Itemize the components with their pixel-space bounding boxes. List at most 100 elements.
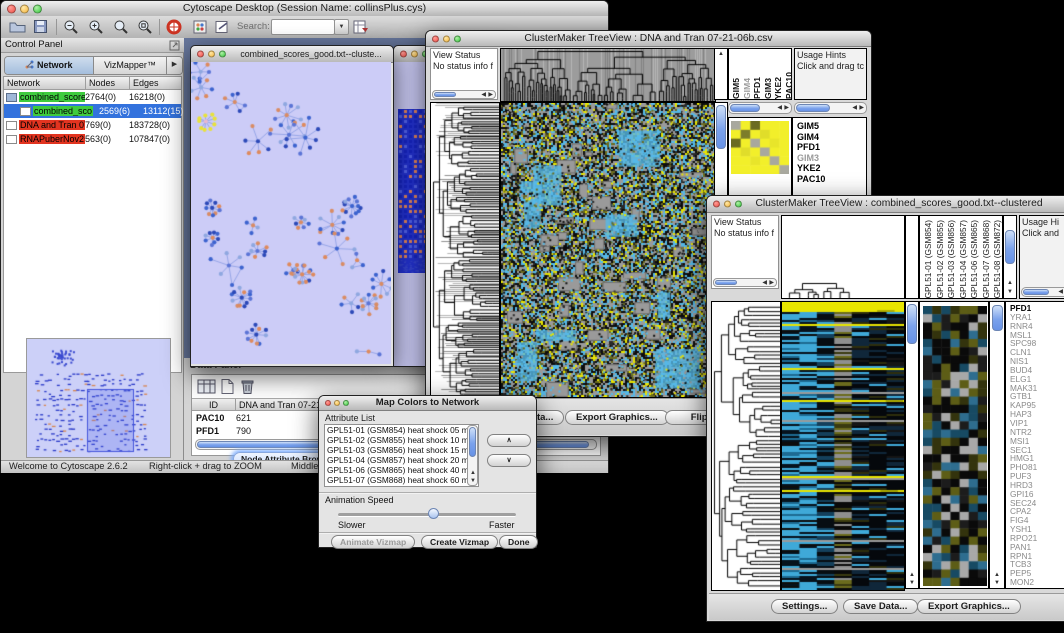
minimize-icon[interactable] bbox=[208, 51, 215, 58]
network-overview-canvas[interactable] bbox=[26, 338, 171, 458]
zoom-window-icon[interactable] bbox=[219, 51, 226, 58]
data-row-value: 621 bbox=[236, 413, 251, 423]
tab-network[interactable]: Network bbox=[5, 57, 94, 74]
zoom-scroll-strip[interactable]: ▲ bbox=[714, 48, 728, 100]
zoom-window-icon[interactable] bbox=[33, 4, 42, 13]
tab-vizmapper[interactable]: VizMapper™ bbox=[94, 57, 167, 74]
column-header-network[interactable]: Network bbox=[4, 77, 86, 90]
done-button[interactable]: Done bbox=[499, 535, 538, 549]
gene-label[interactable]: GIM4 bbox=[797, 132, 866, 143]
delete-attribute-button[interactable] bbox=[240, 378, 255, 400]
status-hint-zoom: Right-click + drag to ZOOM bbox=[149, 461, 262, 472]
attribute-list-item[interactable]: GPL51-02 (GSM855) heat shock 10 min bbox=[325, 435, 465, 445]
view-status-scrollbar[interactable]: ◀▶ bbox=[432, 90, 496, 99]
window-controls[interactable] bbox=[7, 4, 42, 13]
data-column-id[interactable]: ID bbox=[192, 399, 236, 411]
minimize-icon[interactable] bbox=[20, 4, 29, 13]
minimize-icon[interactable] bbox=[411, 51, 418, 58]
tab-overflow-button[interactable]: ▶ bbox=[167, 57, 182, 74]
slider-thumb[interactable] bbox=[428, 508, 439, 519]
network2-grid-canvas[interactable] bbox=[398, 109, 428, 273]
treeview-button[interactable]: Export Graphics... bbox=[917, 599, 1021, 614]
zoom-matrix-canvas[interactable] bbox=[731, 121, 789, 174]
zoom-labels-vscrollbar[interactable]: ▲▼ bbox=[1003, 215, 1017, 299]
open-session-button[interactable] bbox=[9, 19, 26, 39]
float-panel-icon[interactable] bbox=[169, 40, 180, 56]
attribute-list-item[interactable]: GPL51-07 (GSM868) heat shock 60 min bbox=[325, 475, 465, 485]
column-header-nodes[interactable]: Nodes bbox=[86, 77, 130, 90]
column-header-edges[interactable]: Edges bbox=[130, 77, 181, 90]
gene-label[interactable]: MON2 bbox=[1010, 578, 1064, 587]
minimize-icon[interactable] bbox=[724, 201, 731, 208]
gene-label[interactable]: GIM3 bbox=[797, 153, 866, 164]
minimize-icon[interactable] bbox=[443, 35, 450, 42]
close-icon[interactable] bbox=[713, 201, 720, 208]
gene-label[interactable]: PAC10 bbox=[797, 174, 866, 185]
gene-label[interactable]: YKE2 bbox=[797, 163, 866, 174]
save-session-button[interactable] bbox=[33, 19, 48, 39]
zoom-fit-button[interactable] bbox=[137, 19, 153, 40]
usage-hscrollbar[interactable]: ◀▶ bbox=[1021, 287, 1064, 297]
network-table-row[interactable]: DNA and Tran 07 769(0) 183728(0) bbox=[4, 118, 181, 132]
annotation-button[interactable] bbox=[215, 20, 230, 39]
gene-label[interactable]: GIM5 bbox=[797, 121, 866, 132]
treeview-button[interactable]: Settings... bbox=[771, 599, 838, 614]
heatmap-vscrollbar[interactable]: ▲▼ bbox=[905, 301, 919, 589]
move-attribute-down-button[interactable]: ∨ bbox=[487, 454, 531, 467]
column-dendrogram-canvas[interactable] bbox=[782, 282, 904, 298]
zoom-window-icon[interactable] bbox=[454, 35, 461, 42]
help-button[interactable] bbox=[166, 19, 182, 40]
network-table-row[interactable]: RNAPuberNov2+| 563(0) 107847(0) bbox=[4, 132, 181, 146]
attribute-list-item[interactable]: GPL51-04 (GSM857) heat shock 20 min bbox=[325, 455, 465, 465]
heatmap-global-canvas[interactable] bbox=[781, 301, 905, 591]
search-dropdown-button[interactable]: ▼ bbox=[334, 19, 349, 35]
usage-hscrollbar[interactable]: ◀▶ bbox=[794, 102, 867, 114]
column-dendrogram-canvas[interactable] bbox=[500, 48, 716, 102]
search-input[interactable] bbox=[271, 19, 335, 35]
attribute-list-item[interactable]: GPL51-06 (GSM865) heat shock 40 min bbox=[325, 465, 465, 475]
new-attribute-button[interactable] bbox=[220, 378, 235, 400]
network-canvas[interactable] bbox=[191, 62, 391, 364]
attribute-list-item[interactable]: GPL51-01 (GSM854) heat shock 05 min bbox=[325, 425, 465, 435]
attribute-list-item[interactable]: GPL51-03 (GSM856) heat shock 15 min bbox=[325, 445, 465, 455]
zoom-vscrollbar[interactable]: ▲▼ bbox=[989, 301, 1005, 589]
dialog-titlebar[interactable]: Map Colors to Network bbox=[319, 396, 536, 411]
network-table-row[interactable]: combined_scores_ 2764(0) 16218(0) bbox=[4, 90, 181, 104]
move-attribute-up-button[interactable]: ∧ bbox=[487, 434, 531, 447]
attribute-list-scrollbar[interactable]: ▲▼ bbox=[467, 425, 478, 486]
treeview-button[interactable]: Save Data... bbox=[843, 599, 918, 614]
gene-label[interactable]: PFD1 bbox=[797, 142, 866, 153]
main-titlebar[interactable]: Cytoscape Desktop (Session Name: collins… bbox=[1, 1, 608, 17]
zoom-in-icon bbox=[88, 19, 104, 35]
vizmapper-button[interactable] bbox=[193, 20, 207, 39]
zoom-selected-button[interactable] bbox=[113, 19, 129, 40]
treeview-combined-titlebar[interactable]: ClusterMaker TreeView : combined_scores_… bbox=[707, 196, 1064, 213]
import-table-button[interactable] bbox=[353, 19, 369, 40]
treeview-button[interactable]: Export Graphics... bbox=[565, 410, 669, 425]
attribute-select-button[interactable] bbox=[197, 378, 216, 400]
network-table-row[interactable]: combined_sco 2569(6) 13112(15) bbox=[4, 104, 181, 118]
zoom-window-icon[interactable] bbox=[343, 400, 349, 406]
zoom-in-button[interactable] bbox=[88, 19, 104, 40]
close-icon[interactable] bbox=[400, 51, 407, 58]
minimize-icon[interactable] bbox=[334, 400, 340, 406]
view-status-scrollbar[interactable]: ◀▶ bbox=[713, 278, 777, 287]
animation-speed-slider[interactable] bbox=[338, 508, 516, 520]
heatmap-global-canvas[interactable] bbox=[500, 102, 716, 398]
attribute-listbox[interactable]: GPL51-01 (GSM854) heat shock 05 minGPL51… bbox=[324, 424, 479, 487]
zoom-hscrollbar[interactable]: ◀▶ bbox=[728, 102, 792, 114]
close-icon[interactable] bbox=[7, 4, 16, 13]
close-icon[interactable] bbox=[197, 51, 204, 58]
close-icon[interactable] bbox=[432, 35, 439, 42]
row-dendrogram-canvas[interactable] bbox=[711, 301, 781, 591]
zoom-matrix-canvas[interactable] bbox=[923, 306, 987, 586]
zoom-window-icon[interactable] bbox=[735, 201, 742, 208]
zoom-out-button[interactable] bbox=[63, 19, 79, 40]
network1-titlebar[interactable]: combined_scores_good.txt--cluste... bbox=[191, 46, 393, 63]
column-tree-panel[interactable] bbox=[781, 215, 905, 299]
treeview-dna-titlebar[interactable]: ClusterMaker TreeView : DNA and Tran 07-… bbox=[426, 31, 871, 47]
create-vizmap-button[interactable]: Create Vizmap bbox=[421, 535, 498, 549]
close-icon[interactable] bbox=[325, 400, 331, 406]
row-dendrogram-canvas[interactable] bbox=[430, 102, 500, 398]
animate-vizmap-button[interactable]: Animate Vizmap bbox=[331, 535, 415, 549]
